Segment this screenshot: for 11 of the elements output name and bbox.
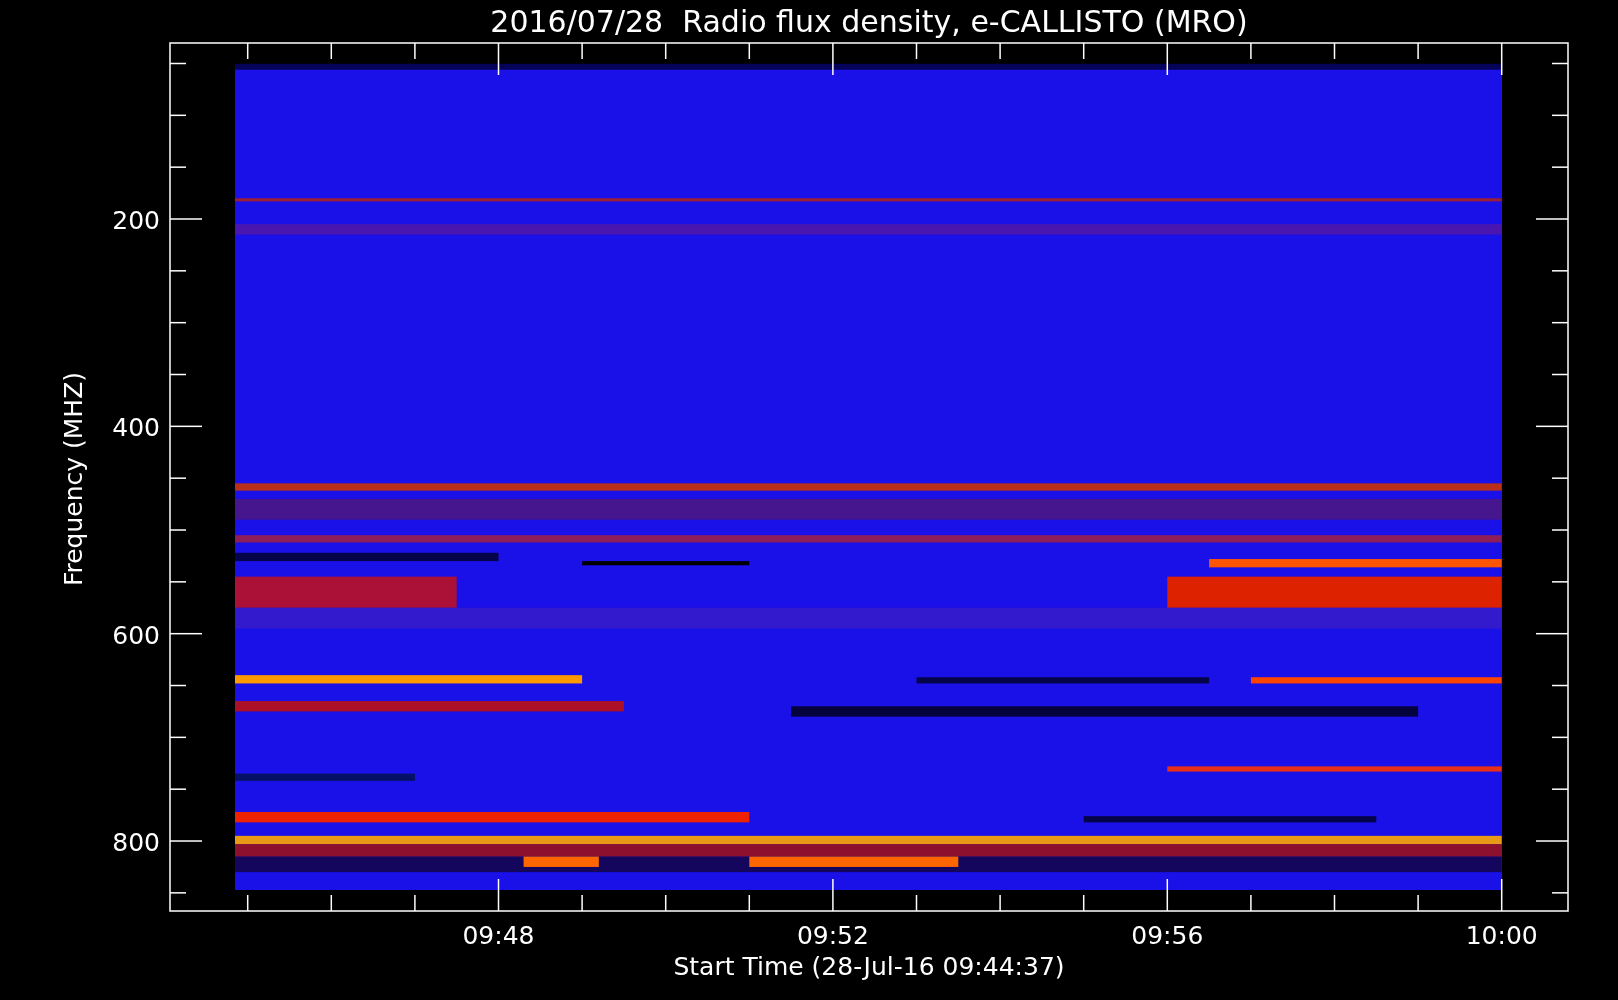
axis-label: Start Time (28-Jul-16 09:44:37) [673,952,1065,981]
tick-label: 10:00 [1465,921,1538,950]
chart-title: 2016/07/28 Radio flux density, e-CALLISTO (MRO) [490,4,1248,39]
tick-label: 600 [112,620,160,650]
tick-label: 200 [112,206,160,235]
axis-label: Frequency (MHZ) [59,371,88,587]
tick-label: 09:56 [1131,921,1204,950]
tick-label: 09:48 [462,921,535,950]
tick-label: 800 [112,828,160,857]
tick-label: 09:52 [796,921,869,950]
tick-label: 400 [112,413,160,443]
